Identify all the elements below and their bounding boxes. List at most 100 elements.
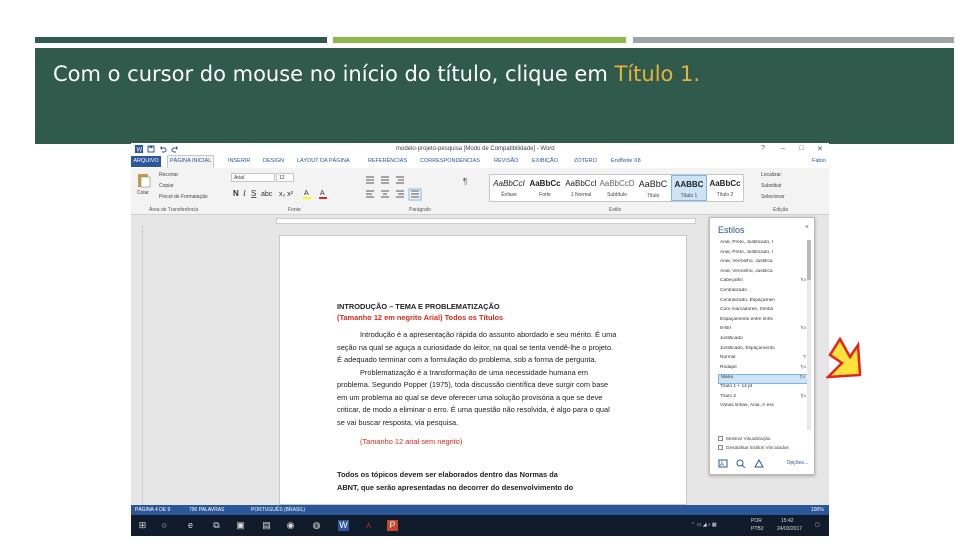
options-link[interactable]: Opções... [787,460,808,466]
style-list-item[interactable]: Centralizado [718,288,808,298]
style-list-item[interactable]: Várias linhas, Arial, À esc [718,403,808,413]
new-style-icon[interactable]: A [718,459,728,468]
chrome-icon[interactable]: ◉ [285,520,296,531]
style-inspector-icon[interactable] [736,459,746,469]
edge-icon[interactable]: e [185,520,196,531]
style-list-item[interactable]: Cabeçalho ¶a [718,278,808,288]
style-titulo-2[interactable]: AaBbCc Título 2 [707,175,743,201]
document-page[interactable]: INTRODUÇÃO – TEMA E PROBLEMATIZAÇÃO (Tam… [279,235,687,505]
tray-time[interactable]: 15:42 [781,518,794,524]
styles-pane-close-icon[interactable]: × [805,224,809,231]
font-format-icons[interactable]: N I Sabc x₂ x² A A [231,186,341,200]
tab-referencias[interactable]: REFERÊNCIAS [368,158,407,164]
style-list-item[interactable]: Centralizado, Espaçamen [718,298,808,308]
status-bar: PÁGINA 4 DE 9 790 PALAVRAS PORTUGUÊS (BR… [131,505,829,515]
style-list-item[interactable]: Espaçamento entre linhs [718,317,808,327]
tab-exibicao[interactable]: EXIBIÇÃO [532,158,558,164]
style-list-item[interactable]: Arial, Preto, Justificado, I [718,240,808,250]
status-page[interactable]: PÁGINA 4 DE 9 [135,507,170,513]
acrobat-icon[interactable]: ⋏ [363,520,374,531]
tab-inserir[interactable]: INSERIR [228,158,250,164]
tray-icons[interactable]: ⌃ ▭ ◢ ♪ ▦ [691,522,717,528]
minimize-button[interactable]: – [781,145,785,152]
copy-button[interactable]: Copiar [159,183,174,189]
cut-button[interactable]: Recortar [159,172,178,178]
tab-design[interactable]: DESIGN [263,158,284,164]
redo-icon[interactable] [171,145,179,153]
format-painter-button[interactable]: Pincel de Formatação [159,194,208,200]
lightning-callout-icon [826,337,862,379]
style-titulo-1[interactable]: AABBC Título 1 [671,175,707,201]
svg-text:abc: abc [261,191,273,198]
tray-layout[interactable]: PTB2 [751,526,764,532]
tab-endnote[interactable]: EndNote X8 [611,158,641,164]
undo-icon[interactable] [159,145,167,153]
save-icon[interactable] [147,145,155,153]
style-enfase[interactable]: AaBbCcI Ênfase [491,175,527,201]
style-list-item[interactable]: Justificado, Espaçamento [718,346,808,356]
select-button[interactable]: Selecionar [761,194,785,200]
style-normal[interactable]: AaBbCcI 1 Normal [563,175,599,201]
tab-pagina-inicial[interactable]: PÁGINA INICIAL [167,155,215,168]
word-taskbar-icon[interactable]: W [338,520,349,531]
style-list-item[interactable]: Título 1 + 14 pt [718,384,808,394]
style-item-name: Maria [721,375,733,381]
font-size-select[interactable]: 12 [276,173,294,182]
group-label-paragraph: Parágrafo [409,207,431,213]
doc-line: seção na qual se aguça a curiosidade do … [337,342,614,352]
style-list-item[interactable]: Rodapé ¶a [718,365,808,375]
help-button[interactable]: ? [761,145,765,152]
style-list-item[interactable]: fil-Brl ¶a [718,326,808,336]
style-list-item[interactable]: Com marcadores, Símbo [718,307,808,317]
tab-zotero[interactable]: ZOTERO [574,158,597,164]
close-button[interactable]: ✕ [817,145,823,153]
user-name[interactable]: Fabio [812,158,826,164]
scrollbar-thumb[interactable] [807,240,811,280]
disable-linked-checkbox[interactable]: Desabilitar Estilos Vinculados [718,445,789,451]
status-zoom[interactable]: 100% [811,507,824,513]
styles-pane: Estilos × Arial, Preto, Justificado, I Ar… [709,217,815,475]
style-list-item[interactable]: Arial, Vermelho, Justifica [718,269,808,279]
style-list-item[interactable]: Justificado [718,336,808,346]
notifications-icon[interactable]: ▢ [815,522,820,528]
style-titulo[interactable]: AaBbC Título [635,175,671,201]
svg-text:A: A [720,462,724,468]
style-subtitulo[interactable]: AaBbCcD Subtítulo [599,175,635,201]
caption-highlight: Título 1. [614,62,701,86]
style-list-item[interactable]: Normal ¶ [718,355,808,365]
quick-access-toolbar: W modelo-projeto-pesquisa [Modo de Compa… [131,143,829,155]
style-list-item[interactable]: Arial, Vermelho, Justifica [718,259,808,269]
paste-label[interactable]: Colar [137,190,149,196]
tab-layout[interactable]: LAYOUT DA PÁGINA [297,158,350,164]
firefox-icon[interactable]: ◍ [311,520,322,531]
tab-arquivo[interactable]: ARQUIVO [131,156,161,167]
tray-date[interactable]: 24/03/2017 [777,526,802,532]
style-list-item[interactable]: Arial, Preto, Justificado, I [718,250,808,260]
windows-start-icon[interactable]: ⊞ [137,520,148,531]
manage-styles-icon[interactable] [754,458,764,468]
find-button[interactable]: Localizar [761,172,781,178]
restore-button[interactable]: □ [799,145,803,152]
paste-icon[interactable] [137,172,151,188]
tab-revisao[interactable]: REVISÃO [494,158,518,164]
paragraph-icons[interactable]: ¶ [363,174,483,202]
vertical-ruler[interactable] [131,225,143,505]
styles-scrollbar[interactable] [807,240,811,430]
tab-correspondencias[interactable]: CORRESPONDÊNCIAS [420,158,480,164]
status-words[interactable]: 790 PALAVRAS [189,507,224,513]
show-preview-checkbox[interactable]: Mostrar Visualização [718,436,770,442]
file-explorer-icon[interactable]: ▤ [261,520,272,531]
replace-button[interactable]: Substituir [761,183,782,189]
task-view-icon[interactable]: ⧉ [211,520,222,531]
search-icon[interactable]: ○ [159,520,170,531]
style-item-name: Título 2 [720,393,736,399]
powerpoint-icon[interactable]: P [387,520,398,531]
font-name-select[interactable]: Arial [231,173,275,182]
style-list-item[interactable]: Título 2 ¶a [718,394,808,404]
tray-language[interactable]: POR [751,518,762,524]
store-icon[interactable]: ▣ [235,520,246,531]
style-forte[interactable]: AaBbCc Forte [527,175,563,201]
style-type-icon: ¶a [800,364,806,370]
style-list-item[interactable]: Maria ¶a [718,374,808,384]
status-language[interactable]: PORTUGUÊS (BRASIL) [251,507,305,513]
